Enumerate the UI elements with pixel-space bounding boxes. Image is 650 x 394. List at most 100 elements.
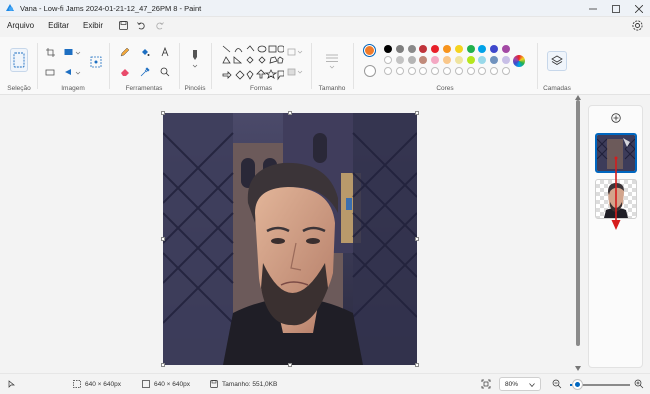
outline-button[interactable] — [286, 45, 304, 59]
palette-color[interactable] — [454, 56, 463, 64]
magnifier-button[interactable] — [158, 65, 172, 79]
colors-group-label: Cores — [436, 85, 454, 92]
status-bar: 640 × 640px 640 × 640px Tamanho: 551,0KB… — [0, 373, 650, 394]
palette-color[interactable] — [478, 56, 487, 64]
palette-custom-slot[interactable] — [407, 67, 416, 75]
size-button[interactable] — [325, 51, 339, 71]
palette-color[interactable] — [490, 45, 499, 53]
palette-color[interactable] — [419, 45, 428, 53]
pencil-button[interactable] — [118, 45, 132, 59]
palette-custom-slot[interactable] — [384, 67, 392, 75]
palette-color[interactable] — [502, 56, 510, 64]
canvas-workspace[interactable] — [0, 96, 582, 373]
selection-size-text: 640 × 640px — [85, 380, 121, 388]
tools-group-label: Ferramentas — [125, 85, 163, 92]
shape-fill-icon — [287, 68, 303, 75]
menu-exibir[interactable]: Exibir — [76, 21, 110, 30]
palette-color[interactable] — [395, 45, 404, 53]
colors-group: Cores — [354, 37, 536, 95]
resize-handle-left[interactable] — [161, 237, 165, 241]
palette-color[interactable] — [443, 56, 451, 64]
resize-button[interactable] — [63, 45, 83, 59]
fill-button[interactable] — [138, 45, 152, 59]
zoom-slider-thumb[interactable] — [572, 380, 582, 389]
color-picker-button[interactable] — [138, 65, 152, 79]
maximize-button[interactable] — [604, 0, 627, 17]
close-button[interactable] — [627, 0, 650, 17]
shape-fill-button[interactable] — [286, 65, 304, 79]
menu-arquivo[interactable]: Arquivo — [0, 21, 41, 30]
save-icon — [118, 21, 128, 30]
resize-handle-top[interactable] — [288, 111, 292, 115]
palette-custom-slot[interactable] — [466, 67, 475, 75]
secondary-color-button[interactable] — [362, 63, 377, 78]
palette-color[interactable] — [490, 56, 499, 64]
layers-button[interactable] — [547, 51, 567, 71]
redo-button[interactable] — [150, 18, 168, 34]
text-button[interactable] — [158, 45, 172, 59]
palette-color[interactable] — [502, 45, 510, 53]
palette-custom-slot[interactable] — [419, 67, 428, 75]
eraser-button[interactable] — [118, 65, 132, 79]
primary-color-button[interactable] — [362, 43, 377, 58]
palette-color[interactable] — [395, 56, 404, 64]
layers-icon — [551, 55, 563, 65]
zoom-select[interactable]: 80% — [499, 377, 541, 391]
palette-color[interactable] — [431, 45, 440, 53]
resize-icon — [64, 48, 81, 55]
image-select-button[interactable] — [89, 55, 103, 69]
rotate-button[interactable] — [63, 65, 83, 79]
edit-colors-button[interactable] — [511, 53, 527, 69]
selection-size: 640 × 640px — [73, 380, 121, 388]
palette-color[interactable] — [466, 56, 475, 64]
palette-custom-slot[interactable] — [454, 67, 463, 75]
palette-color[interactable] — [384, 45, 392, 53]
palette-color[interactable] — [407, 56, 416, 64]
palette-custom-slot[interactable] — [443, 67, 451, 75]
palette-color[interactable] — [443, 45, 451, 53]
pencil-icon — [120, 47, 130, 57]
window-title: Vana - Low-fi Jams 2024-01-21-12_47_26PM… — [20, 3, 202, 13]
zoom-in-button[interactable] — [634, 379, 644, 389]
resize-handle-bottom[interactable] — [288, 363, 292, 367]
brush-icon — [192, 50, 198, 68]
undo-button[interactable] — [132, 18, 150, 34]
fit-to-window-button[interactable] — [481, 379, 491, 389]
palette-color[interactable] — [454, 45, 463, 53]
add-layer-button[interactable] — [610, 112, 622, 124]
brushes-button[interactable] — [188, 47, 202, 71]
palette-color[interactable] — [419, 56, 428, 64]
palette-color[interactable] — [478, 45, 487, 53]
eraser-icon — [121, 69, 129, 76]
resize-handle-top-right[interactable] — [415, 111, 419, 115]
scroll-down-icon[interactable] — [575, 366, 581, 371]
shapes-gallery[interactable] — [222, 45, 284, 81]
palette-color[interactable] — [431, 56, 440, 64]
crop-button[interactable] — [43, 45, 57, 59]
palette-custom-slot[interactable] — [478, 67, 487, 75]
palette-color[interactable] — [384, 56, 392, 64]
palette-color[interactable] — [466, 45, 475, 53]
selection-size-icon — [73, 380, 81, 388]
menu-editar[interactable]: Editar — [41, 21, 76, 30]
object-select-button[interactable] — [43, 65, 57, 79]
zoom-out-button[interactable] — [552, 379, 562, 389]
resize-handle-top-left[interactable] — [161, 111, 165, 115]
canvas-image[interactable] — [163, 113, 417, 365]
resize-handle-bottom-left[interactable] — [161, 363, 165, 367]
palette-color[interactable] — [407, 45, 416, 53]
color-wheel-icon — [513, 55, 525, 67]
vertical-scrollbar-thumb[interactable] — [576, 100, 580, 346]
minimize-button[interactable] — [581, 0, 604, 17]
resize-handle-bottom-right[interactable] — [415, 363, 419, 367]
palette-custom-slot[interactable] — [502, 67, 510, 75]
palette-custom-slot[interactable] — [395, 67, 404, 75]
resize-handle-right[interactable] — [415, 237, 419, 241]
palette-custom-slot[interactable] — [431, 67, 440, 75]
settings-button[interactable] — [631, 19, 644, 32]
save-button[interactable] — [114, 18, 132, 34]
zoom-out-icon — [552, 379, 562, 389]
selection-group: Seleção — [2, 37, 36, 95]
palette-custom-slot[interactable] — [490, 67, 499, 75]
selection-button[interactable] — [10, 48, 28, 72]
